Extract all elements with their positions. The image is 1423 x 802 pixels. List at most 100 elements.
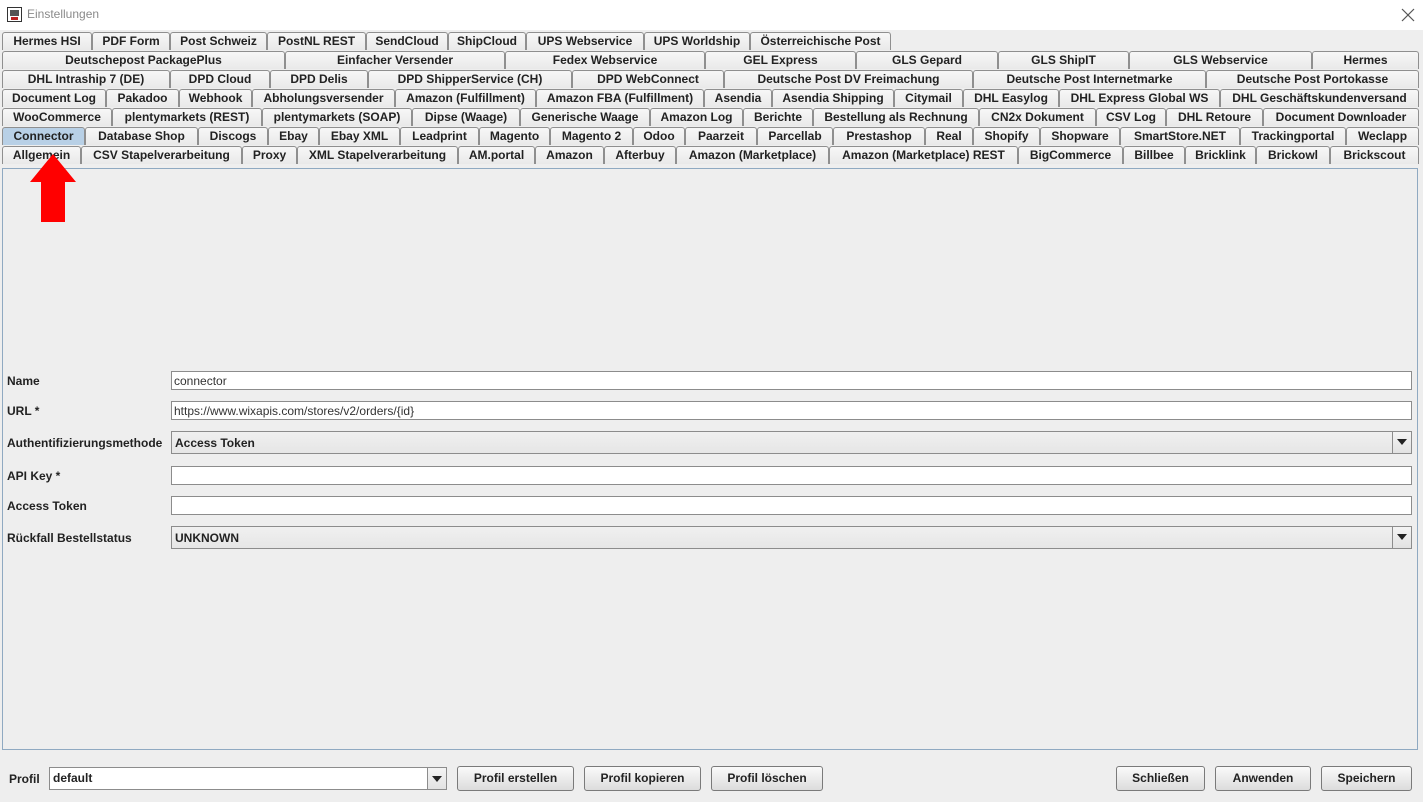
tab-dipse-waage[interactable]: Dipse (Waage) — [412, 108, 520, 126]
tab-oesterreichische-post[interactable]: Österreichische Post — [750, 32, 891, 50]
tab-amazon-marketplace-rest[interactable]: Amazon (Marketplace) REST — [829, 146, 1018, 164]
tab-trackingportal[interactable]: Trackingportal — [1240, 127, 1346, 145]
tab-shopware[interactable]: Shopware — [1040, 127, 1120, 145]
tab-ups-worldship[interactable]: UPS Worldship — [644, 32, 750, 50]
tab-sendcloud[interactable]: SendCloud — [366, 32, 448, 50]
tab-deutsche-post-dv[interactable]: Deutsche Post DV Freimachung — [724, 70, 973, 88]
apply-button[interactable]: Anwenden — [1215, 766, 1311, 791]
tab-abholungsversender[interactable]: Abholungsversender — [252, 89, 395, 107]
tab-shipcloud[interactable]: ShipCloud — [448, 32, 526, 50]
tab-dhl-express-global[interactable]: DHL Express Global WS — [1059, 89, 1220, 107]
save-button[interactable]: Speichern — [1321, 766, 1412, 791]
tab-amazon-log[interactable]: Amazon Log — [650, 108, 743, 126]
tab-deutschepost-packageplus[interactable]: Deutschepost PackagePlus — [2, 51, 285, 69]
tab-bricklink[interactable]: Bricklink — [1185, 146, 1256, 164]
tab-bestellung-als-rechnung[interactable]: Bestellung als Rechnung — [813, 108, 979, 126]
url-field[interactable] — [171, 401, 1412, 420]
tab-deutsche-post-portokasse[interactable]: Deutsche Post Portokasse — [1206, 70, 1419, 88]
tab-woocommerce[interactable]: WooCommerce — [2, 108, 112, 126]
tab-asendia[interactable]: Asendia — [704, 89, 772, 107]
chevron-down-icon[interactable] — [1392, 527, 1411, 548]
tab-brickscout[interactable]: Brickscout — [1330, 146, 1419, 164]
tab-hermes[interactable]: Hermes — [1312, 51, 1419, 69]
tab-magento-2[interactable]: Magento 2 — [550, 127, 633, 145]
tab-amazon-fba[interactable]: Amazon FBA (Fulfillment) — [536, 89, 704, 107]
tab-dhl-geschaeftskundenversand[interactable]: DHL Geschäftskundenversand — [1220, 89, 1419, 107]
auth-method-select[interactable]: Access Token — [171, 431, 1412, 454]
tab-dhl-retoure[interactable]: DHL Retoure — [1166, 108, 1263, 126]
tab-dpd-cloud[interactable]: DPD Cloud — [170, 70, 270, 88]
tab-smartstore[interactable]: SmartStore.NET — [1120, 127, 1240, 145]
tab-prestashop[interactable]: Prestashop — [833, 127, 925, 145]
tab-hermes-hsi[interactable]: Hermes HSI — [2, 32, 92, 50]
tab-fedex-webservice[interactable]: Fedex Webservice — [505, 51, 705, 69]
tab-post-schweiz[interactable]: Post Schweiz — [170, 32, 267, 50]
tab-citymail[interactable]: Citymail — [894, 89, 963, 107]
api-key-label: API Key * — [7, 469, 61, 483]
tab-gls-gepard[interactable]: GLS Gepard — [856, 51, 998, 69]
tab-leadprint[interactable]: Leadprint — [400, 127, 479, 145]
chevron-down-icon[interactable] — [1392, 432, 1411, 453]
profil-loeschen-button[interactable]: Profil löschen — [711, 766, 823, 791]
tab-dpd-shipperservice[interactable]: DPD ShipperService (CH) — [368, 70, 572, 88]
tab-cn2x-dokument[interactable]: CN2x Dokument — [979, 108, 1096, 126]
tab-parcellab[interactable]: Parcellab — [757, 127, 833, 145]
tab-xml-stapelverarbeitung[interactable]: XML Stapelverarbeitung — [297, 146, 458, 164]
tab-dhl-intraship[interactable]: DHL Intraship 7 (DE) — [2, 70, 170, 88]
tab-einfacher-versender[interactable]: Einfacher Versender — [285, 51, 505, 69]
tab-gls-shipit[interactable]: GLS ShipIT — [998, 51, 1129, 69]
tab-pakadoo[interactable]: Pakadoo — [106, 89, 179, 107]
close-icon[interactable] — [1398, 5, 1418, 25]
profil-kopieren-button[interactable]: Profil kopieren — [584, 766, 701, 791]
tab-amazon[interactable]: Amazon — [535, 146, 604, 164]
profil-erstellen-button[interactable]: Profil erstellen — [457, 766, 574, 791]
tab-document-log[interactable]: Document Log — [2, 89, 106, 107]
tab-amportal[interactable]: AM.portal — [458, 146, 535, 164]
tab-csv-stapelverarbeitung[interactable]: CSV Stapelverarbeitung — [81, 146, 242, 164]
access-token-field[interactable] — [171, 496, 1412, 515]
tab-plentymarkets-rest[interactable]: plentymarkets (REST) — [112, 108, 262, 126]
tab-generische-waage[interactable]: Generische Waage — [520, 108, 650, 126]
tab-csv-log[interactable]: CSV Log — [1096, 108, 1166, 126]
tab-proxy[interactable]: Proxy — [242, 146, 297, 164]
tab-database-shop[interactable]: Database Shop — [85, 127, 198, 145]
tab-amazon-marketplace[interactable]: Amazon (Marketplace) — [676, 146, 829, 164]
tab-connector[interactable]: Connector — [2, 127, 85, 145]
tab-brickowl[interactable]: Brickowl — [1256, 146, 1330, 164]
name-field[interactable] — [171, 371, 1412, 390]
tab-deutsche-post-internetmarke[interactable]: Deutsche Post Internetmarke — [973, 70, 1206, 88]
tab-dpd-delis[interactable]: DPD Delis — [270, 70, 368, 88]
fallback-status-select[interactable]: UNKNOWN — [171, 526, 1412, 549]
tab-dpd-webconnect[interactable]: DPD WebConnect — [572, 70, 724, 88]
tab-ups-webservice[interactable]: UPS Webservice — [526, 32, 644, 50]
tab-berichte[interactable]: Berichte — [743, 108, 813, 126]
profil-select[interactable]: default — [49, 767, 447, 790]
chevron-down-icon[interactable] — [427, 768, 446, 789]
tab-magento[interactable]: Magento — [479, 127, 550, 145]
tab-document-downloader[interactable]: Document Downloader — [1263, 108, 1419, 126]
api-key-field[interactable] — [171, 466, 1412, 485]
tab-ebay-xml[interactable]: Ebay XML — [319, 127, 400, 145]
window-title: Einstellungen — [27, 7, 100, 21]
tab-pdf-form[interactable]: PDF Form — [92, 32, 170, 50]
tab-asendia-shipping[interactable]: Asendia Shipping — [772, 89, 894, 107]
tab-amazon-fulfillment[interactable]: Amazon (Fulfillment) — [395, 89, 536, 107]
tab-weclapp[interactable]: Weclapp — [1346, 127, 1419, 145]
tab-plentymarkets-soap[interactable]: plentymarkets (SOAP) — [262, 108, 412, 126]
tab-paarzeit[interactable]: Paarzeit — [685, 127, 757, 145]
tab-dhl-easylog[interactable]: DHL Easylog — [963, 89, 1059, 107]
tab-row-7: Allgemein CSV Stapelverarbeitung Proxy X… — [0, 146, 1423, 165]
tab-discogs[interactable]: Discogs — [198, 127, 268, 145]
tab-bigcommerce[interactable]: BigCommerce — [1018, 146, 1123, 164]
tab-gel-express[interactable]: GEL Express — [705, 51, 856, 69]
tab-shopify[interactable]: Shopify — [973, 127, 1040, 145]
tab-real[interactable]: Real — [925, 127, 973, 145]
tab-gls-webservice[interactable]: GLS Webservice — [1129, 51, 1312, 69]
tab-afterbuy[interactable]: Afterbuy — [604, 146, 676, 164]
tab-billbee[interactable]: Billbee — [1123, 146, 1185, 164]
tab-odoo[interactable]: Odoo — [633, 127, 685, 145]
tab-ebay[interactable]: Ebay — [268, 127, 319, 145]
close-button[interactable]: Schließen — [1116, 766, 1205, 791]
tab-webhook[interactable]: Webhook — [179, 89, 252, 107]
tab-postnl-rest[interactable]: PostNL REST — [267, 32, 366, 50]
